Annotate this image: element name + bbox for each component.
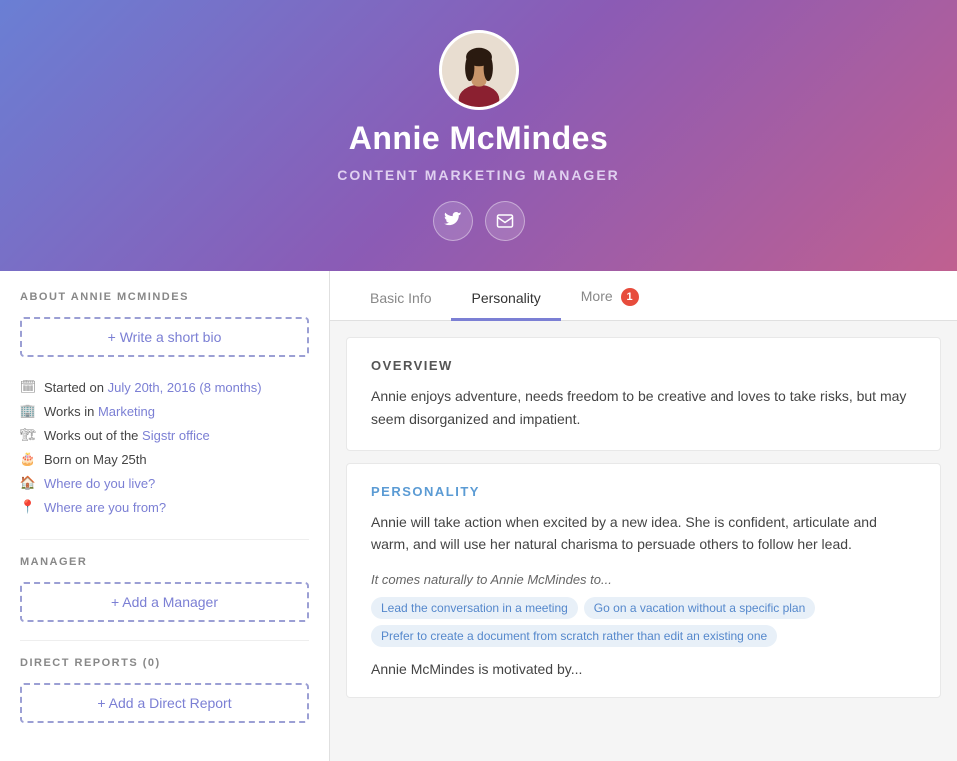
overview-card: OVERVIEW Annie enjoys adventure, needs f… — [346, 337, 941, 451]
twitter-button[interactable] — [433, 201, 473, 241]
manager-section-title: MANAGER — [20, 556, 309, 568]
tag-list: Lead the conversation in a meeting Go on… — [371, 597, 916, 647]
content-area: OVERVIEW Annie enjoys adventure, needs f… — [330, 321, 957, 714]
overview-text: Annie enjoys adventure, needs freedom to… — [371, 385, 916, 430]
tab-basic-info[interactable]: Basic Info — [350, 274, 451, 321]
overview-title: OVERVIEW — [371, 358, 916, 373]
write-bio-button[interactable]: + Write a short bio — [20, 317, 309, 357]
tag-item: Prefer to create a document from scratch… — [371, 625, 777, 647]
home-icon: 🏠 — [20, 475, 36, 491]
profile-header: Annie McMindes CONTENT MARKETING MANAGER — [0, 0, 957, 271]
direct-reports-title: DIRECT REPORTS (0) — [20, 657, 309, 669]
avatar — [439, 30, 519, 110]
list-item: 🏠 Where do you live? — [20, 471, 309, 495]
social-links — [433, 201, 525, 241]
tag-item: Lead the conversation in a meeting — [371, 597, 578, 619]
tag-item: Go on a vacation without a specific plan — [584, 597, 815, 619]
right-panel: Basic Info Personality More 1 OVERVIEW A… — [330, 271, 957, 761]
tabs-bar: Basic Info Personality More 1 — [330, 271, 957, 321]
office-icon: 🏗 — [20, 427, 36, 443]
building-icon: 🏢 — [20, 403, 36, 419]
calendar-icon: 🗓 — [20, 379, 36, 395]
personality-text: Annie will take action when excited by a… — [371, 511, 916, 556]
add-manager-button[interactable]: + Add a Manager — [20, 582, 309, 622]
add-report-button[interactable]: + Add a Direct Report — [20, 683, 309, 723]
motivated-title: Annie McMindes is motivated by... — [371, 661, 916, 677]
list-item: 📍 Where are you from? — [20, 495, 309, 519]
profile-name: Annie McMindes — [349, 120, 608, 157]
personality-title: PERSONALITY — [371, 484, 916, 499]
email-button[interactable] — [485, 201, 525, 241]
divider2 — [20, 640, 309, 641]
origin-link[interactable]: Where are you from? — [44, 500, 166, 515]
more-badge: 1 — [621, 288, 639, 306]
birthday-icon: 🎂 — [20, 451, 36, 467]
list-item: 🎂 Born on May 25th — [20, 447, 309, 471]
tab-personality[interactable]: Personality — [451, 274, 560, 321]
office-link[interactable]: Sigstr office — [142, 428, 210, 443]
sidebar: ABOUT ANNIE MCMINDES + Write a short bio… — [0, 271, 330, 761]
tab-more[interactable]: More 1 — [561, 272, 659, 321]
location-link[interactable]: Where do you live? — [44, 476, 155, 491]
list-item: 🗓 Started on July 20th, 2016 (8 months) — [20, 375, 309, 399]
location-icon: 📍 — [20, 499, 36, 515]
profile-title: CONTENT MARKETING MANAGER — [337, 167, 620, 183]
main-content: ABOUT ANNIE MCMINDES + Write a short bio… — [0, 271, 957, 761]
list-item: 🏢 Works in Marketing — [20, 399, 309, 423]
naturally-subtitle: It comes naturally to Annie McMindes to.… — [371, 572, 916, 587]
personality-card: PERSONALITY Annie will take action when … — [346, 463, 941, 698]
started-link[interactable]: July 20th, 2016 (8 months) — [108, 380, 262, 395]
divider — [20, 539, 309, 540]
marketing-link[interactable]: Marketing — [98, 404, 155, 419]
about-section-title: ABOUT ANNIE MCMINDES — [20, 291, 309, 303]
info-list: 🗓 Started on July 20th, 2016 (8 months) … — [20, 375, 309, 519]
list-item: 🏗 Works out of the Sigstr office — [20, 423, 309, 447]
